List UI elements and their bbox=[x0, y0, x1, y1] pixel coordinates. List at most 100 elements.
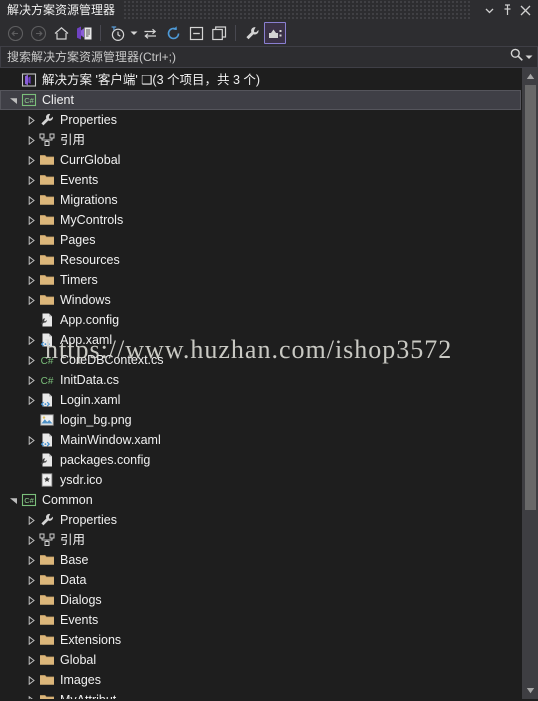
tree-row[interactable]: Migrations bbox=[0, 190, 521, 210]
tree-row[interactable]: App.xaml bbox=[0, 330, 521, 350]
chevron-right-icon[interactable] bbox=[23, 390, 39, 410]
tree-row-label: 解决方案 '客户端' ❑(3 个项目，共 3 个) bbox=[42, 73, 261, 87]
refresh-icon[interactable] bbox=[162, 22, 184, 44]
svg-text:C#: C# bbox=[24, 96, 34, 105]
tree-row[interactable]: 引用 bbox=[0, 530, 521, 550]
chevron-right-icon[interactable] bbox=[23, 370, 39, 390]
chevron-right-icon[interactable] bbox=[23, 430, 39, 450]
tree-row[interactable]: login_bg.png bbox=[0, 410, 521, 430]
config-file-icon bbox=[39, 312, 55, 328]
tree-row[interactable]: MyControls bbox=[0, 210, 521, 230]
tree-row-label: Dialogs bbox=[60, 593, 102, 607]
tree-row[interactable]: Events bbox=[0, 610, 521, 630]
tree-row[interactable]: MyAttribut bbox=[0, 690, 521, 699]
wrench-icon bbox=[39, 112, 55, 128]
tree-row[interactable]: CurrGlobal bbox=[0, 150, 521, 170]
chevron-down-icon[interactable] bbox=[5, 90, 21, 110]
tree-row-label: Common bbox=[42, 493, 93, 507]
search-dropdown-icon[interactable] bbox=[525, 48, 533, 66]
tree-row[interactable]: C# CoreDBContext.cs bbox=[0, 350, 521, 370]
chevron-right-icon[interactable] bbox=[23, 210, 39, 230]
search-bar[interactable] bbox=[0, 46, 538, 68]
preview-selected-items-icon[interactable] bbox=[264, 22, 286, 44]
scroll-up-arrow[interactable] bbox=[522, 68, 538, 85]
tree-row[interactable]: Properties bbox=[0, 110, 521, 130]
chevron-right-icon[interactable] bbox=[23, 150, 39, 170]
chevron-right-icon[interactable] bbox=[23, 330, 39, 350]
tree-row[interactable]: packages.config bbox=[0, 450, 521, 470]
forward-icon[interactable] bbox=[27, 22, 49, 44]
collapse-all-icon[interactable] bbox=[185, 22, 207, 44]
window-dropdown-button[interactable] bbox=[480, 1, 498, 19]
chevron-right-icon[interactable] bbox=[23, 270, 39, 290]
show-all-files-icon[interactable] bbox=[208, 22, 230, 44]
tree-row[interactable]: Windows bbox=[0, 290, 521, 310]
chevron-right-icon[interactable] bbox=[23, 670, 39, 690]
tree-row[interactable]: ysdr.ico bbox=[0, 470, 521, 490]
tree-row[interactable]: C# Common bbox=[0, 490, 521, 510]
tree-row[interactable]: 引用 bbox=[0, 130, 521, 150]
tree-row[interactable]: Images bbox=[0, 670, 521, 690]
chevron-right-icon[interactable] bbox=[23, 690, 39, 699]
search-input[interactable] bbox=[7, 50, 509, 64]
tree-row-label: Windows bbox=[60, 293, 111, 307]
folder-icon bbox=[39, 572, 55, 588]
chevron-right-icon[interactable] bbox=[23, 530, 39, 550]
tree-row[interactable]: Pages bbox=[0, 230, 521, 250]
tree-row[interactable]: Properties bbox=[0, 510, 521, 530]
tree-row[interactable]: MainWindow.xaml bbox=[0, 430, 521, 450]
tree-row[interactable]: Resources bbox=[0, 250, 521, 270]
chevron-right-icon[interactable] bbox=[23, 550, 39, 570]
tree-row[interactable]: Extensions bbox=[0, 630, 521, 650]
chevron-right-icon[interactable] bbox=[23, 590, 39, 610]
tree-row[interactable]: Dialogs bbox=[0, 590, 521, 610]
folder-icon bbox=[39, 552, 55, 568]
search-icon[interactable] bbox=[509, 47, 524, 67]
scrollbar-thumb[interactable] bbox=[525, 85, 536, 510]
scroll-down-arrow[interactable] bbox=[522, 682, 538, 699]
chevron-down-icon[interactable] bbox=[5, 490, 21, 510]
chevron-right-icon[interactable] bbox=[23, 630, 39, 650]
tree-row[interactable]: Base bbox=[0, 550, 521, 570]
chevron-right-icon[interactable] bbox=[23, 170, 39, 190]
references-icon bbox=[39, 132, 55, 148]
chevron-right-icon[interactable] bbox=[23, 350, 39, 370]
tree-row[interactable]: Global bbox=[0, 650, 521, 670]
pending-changes-icon[interactable] bbox=[106, 22, 128, 44]
tree-row[interactable]: C# InitData.cs bbox=[0, 370, 521, 390]
tree-row-label: Timers bbox=[60, 273, 98, 287]
chevron-right-icon[interactable] bbox=[23, 250, 39, 270]
chevron-right-icon[interactable] bbox=[23, 230, 39, 250]
twisty-placeholder bbox=[5, 70, 21, 90]
back-icon[interactable] bbox=[4, 22, 26, 44]
tree-row[interactable]: Timers bbox=[0, 270, 521, 290]
home-icon[interactable] bbox=[50, 22, 72, 44]
pending-changes-dropdown-icon[interactable] bbox=[129, 22, 138, 44]
solution-tree[interactable]: 解决方案 '客户端' ❑(3 个项目，共 3 个) C# Client Propert… bbox=[0, 68, 521, 699]
chevron-right-icon[interactable] bbox=[23, 130, 39, 150]
solution-root-row[interactable]: 解决方案 '客户端' ❑(3 个项目，共 3 个) bbox=[0, 70, 521, 90]
wrench-icon bbox=[39, 512, 55, 528]
sync-with-active-document-icon[interactable] bbox=[139, 22, 161, 44]
chevron-right-icon[interactable] bbox=[23, 650, 39, 670]
tree-row[interactable]: C# Client bbox=[0, 90, 521, 110]
tree-row[interactable]: Events bbox=[0, 170, 521, 190]
chevron-right-icon[interactable] bbox=[23, 510, 39, 530]
tree-row[interactable]: Data bbox=[0, 570, 521, 590]
solution-explorer-icon[interactable] bbox=[73, 22, 95, 44]
properties-icon[interactable] bbox=[241, 22, 263, 44]
chevron-right-icon[interactable] bbox=[23, 110, 39, 130]
chevron-right-icon[interactable] bbox=[23, 610, 39, 630]
chevron-right-icon[interactable] bbox=[23, 570, 39, 590]
svg-text:C#: C# bbox=[41, 376, 54, 387]
chevron-right-icon[interactable] bbox=[23, 190, 39, 210]
close-icon[interactable] bbox=[516, 1, 534, 19]
tool-window-titlebar[interactable]: 解决方案资源管理器 bbox=[0, 0, 538, 20]
window-title: 解决方案资源管理器 bbox=[7, 3, 116, 17]
tree-row[interactable]: App.config bbox=[0, 310, 521, 330]
tree-row[interactable]: Login.xaml bbox=[0, 390, 521, 410]
chevron-right-icon[interactable] bbox=[23, 290, 39, 310]
pin-icon[interactable] bbox=[498, 1, 516, 19]
titlebar-drag-dots bbox=[123, 0, 472, 20]
vertical-scrollbar[interactable] bbox=[521, 68, 538, 699]
